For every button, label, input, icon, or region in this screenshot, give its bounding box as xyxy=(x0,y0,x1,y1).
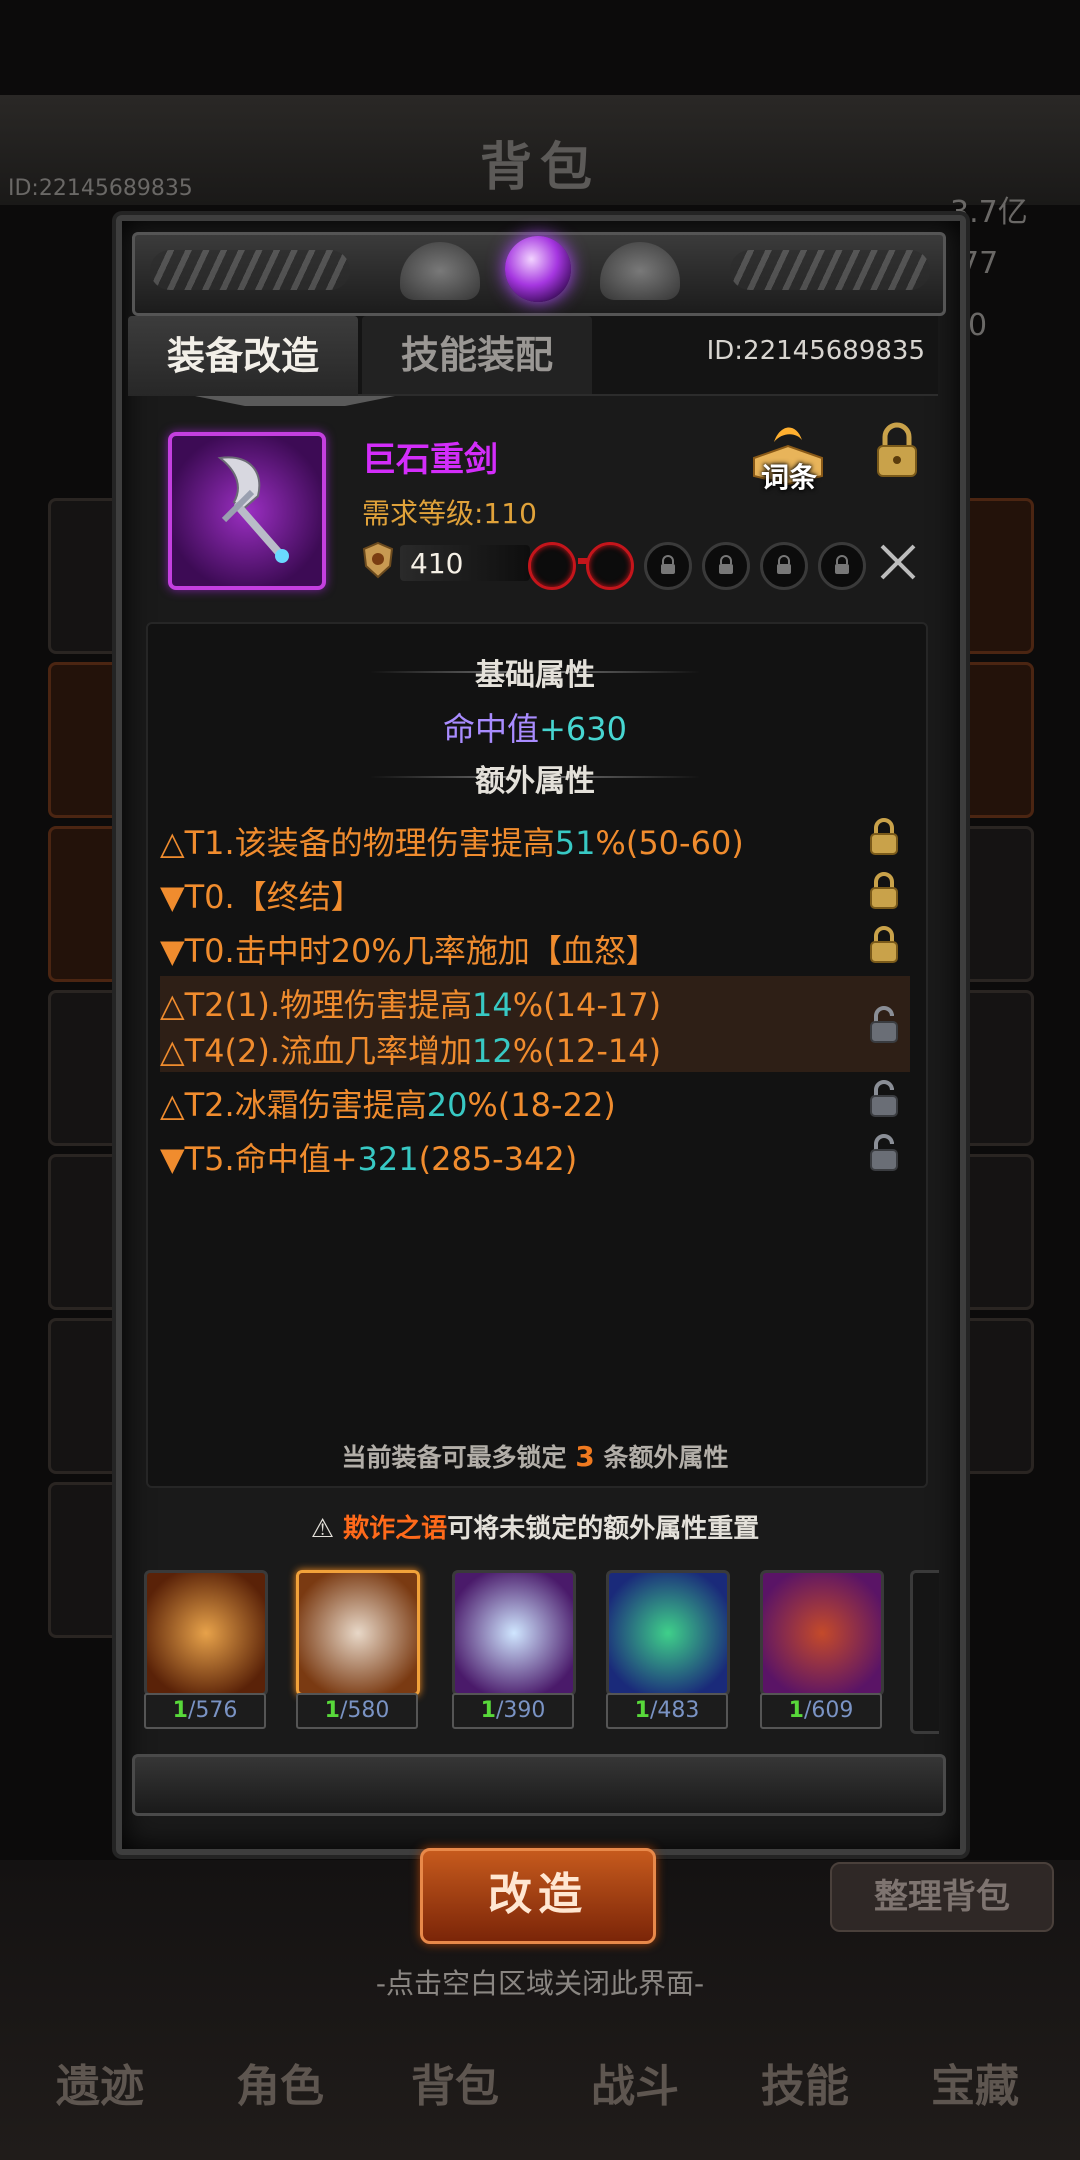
material-description: ⚠ 欺诈之语可将未锁定的额外属性重置 xyxy=(310,1514,760,1544)
background-title: 背包 xyxy=(479,138,600,198)
nav-treasure[interactable]: 宝藏 xyxy=(900,2050,1050,2114)
close-hint[interactable]: -点击空白区域关闭此界面- xyxy=(0,1962,1080,2002)
socket-red[interactable] xyxy=(528,542,576,590)
item-lock-icon[interactable] xyxy=(872,420,922,480)
socket-red[interactable] xyxy=(586,542,634,590)
tab-skill-equip[interactable]: 技能装配 xyxy=(362,316,592,394)
crest-wing-right xyxy=(730,250,930,290)
socket-locked[interactable] xyxy=(818,542,866,590)
nav-character[interactable]: 角色 xyxy=(205,2050,355,2114)
modal-footer-ornament xyxy=(132,1754,946,1816)
crest-wing-left xyxy=(150,250,350,290)
power-shield-icon xyxy=(362,541,394,579)
warning-icon: ⚠ xyxy=(310,1514,344,1544)
greatsword-icon[interactable] xyxy=(168,432,326,590)
padlock-icon xyxy=(835,555,849,574)
extra-attributes-header: 额外属性 xyxy=(475,764,595,799)
material-count: 1/609 xyxy=(760,1693,882,1729)
socket-locked[interactable] xyxy=(644,542,692,590)
affix-lock-closed-icon[interactable] xyxy=(866,816,902,856)
crossed-swords-icon[interactable] xyxy=(876,540,920,584)
material-next-partial[interactable] xyxy=(910,1570,939,1734)
material-count: 1/483 xyxy=(606,1693,728,1729)
material-name: 欺诈之语 xyxy=(343,1514,448,1544)
affix-lock-closed-icon[interactable] xyxy=(866,924,902,964)
socket-locked[interactable] xyxy=(702,542,750,590)
ember-stone-icon[interactable] xyxy=(760,1570,884,1696)
reforge-button[interactable]: 改造 xyxy=(420,1848,656,1944)
affix-row: ▼T0.【终结】 xyxy=(160,878,363,916)
affix-row: △T2.冰霜伤害提高20%(18-22) xyxy=(160,1086,616,1124)
affix-lock-closed-icon[interactable] xyxy=(866,870,902,910)
active-tab-indicator xyxy=(195,396,395,406)
base-attributes-header: 基础属性 xyxy=(475,658,595,693)
padlock-icon xyxy=(661,555,675,574)
base-stat-value: +630 xyxy=(539,710,627,748)
nav-battle[interactable]: 战斗 xyxy=(560,2050,710,2114)
affix-row: ▼T5.命中值+321(285-342) xyxy=(160,1140,578,1178)
ice-crystal-icon[interactable] xyxy=(452,1570,576,1696)
nav-skills[interactable]: 技能 xyxy=(730,2050,880,2114)
item-name: 巨石重剑 xyxy=(362,440,498,480)
nav-relics[interactable]: 遗迹 xyxy=(25,2050,175,2114)
padlock-icon xyxy=(719,555,733,574)
base-stat-name: 命中值 xyxy=(443,710,540,748)
material-count: 1/580 xyxy=(296,1693,418,1729)
padlock-icon xyxy=(777,555,791,574)
affix-lock-open-icon[interactable] xyxy=(866,1132,902,1172)
item-level-requirement: 需求等级:110 xyxy=(362,497,537,530)
lock-limit-note: 当前装备可最多锁定 3 条额外属性 xyxy=(341,1440,729,1473)
nav-bag[interactable]: 背包 xyxy=(380,2050,530,2114)
base-stat: 命中值+630 xyxy=(146,704,924,750)
rainbow-ore-icon[interactable] xyxy=(606,1570,730,1696)
tab-equipment-reforge[interactable]: 装备改造 xyxy=(128,316,358,396)
affix-lock-open-icon[interactable] xyxy=(866,1078,902,1118)
socket-locked[interactable] xyxy=(760,542,808,590)
crest-orb-icon xyxy=(505,236,571,302)
affix-button-label[interactable]: 词条 xyxy=(744,456,834,496)
affix-row: △T4(2).流血几率增加12%(12-14) xyxy=(160,1032,662,1070)
sort-bag-button[interactable]: 整理背包 xyxy=(830,1862,1054,1932)
material-count: 1/390 xyxy=(452,1693,574,1729)
material-count: 1/576 xyxy=(144,1693,266,1729)
affix-lock-open-icon[interactable] xyxy=(866,1004,902,1044)
modal-player-id: ID:22145689835 xyxy=(706,336,925,366)
orb-eye-icon[interactable] xyxy=(144,1570,268,1696)
affix-row: ▼T0.击中时20%几率施加【血怒】 xyxy=(160,932,658,970)
background-player-id: ID:22145689835 xyxy=(8,176,193,201)
background-stat-count: 0 xyxy=(968,308,988,343)
mask-icon[interactable] xyxy=(296,1570,420,1696)
power-value: 410 xyxy=(410,547,464,580)
affix-row: △T1.该装备的物理伤害提高51%(50-60) xyxy=(160,824,744,862)
affix-row: △T2(1).物理伤害提高14%(14-17) xyxy=(160,986,662,1024)
